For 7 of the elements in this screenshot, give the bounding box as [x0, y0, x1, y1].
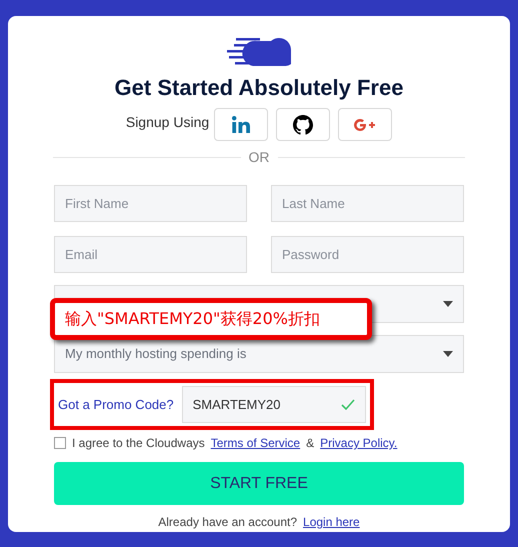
agree-label: I agree to the Cloudways	[72, 435, 205, 452]
or-divider-label: OR	[248, 148, 270, 167]
page-title: Get Started Absolutely Free	[114, 74, 404, 102]
signup-using-label: Signup Using	[126, 113, 210, 132]
promo-tooltip: 输入"SMARTEMY20"获得20%折扣	[50, 298, 372, 340]
ampersand-label: &	[306, 435, 314, 452]
account-prompt: Already have an account?	[158, 514, 298, 531]
